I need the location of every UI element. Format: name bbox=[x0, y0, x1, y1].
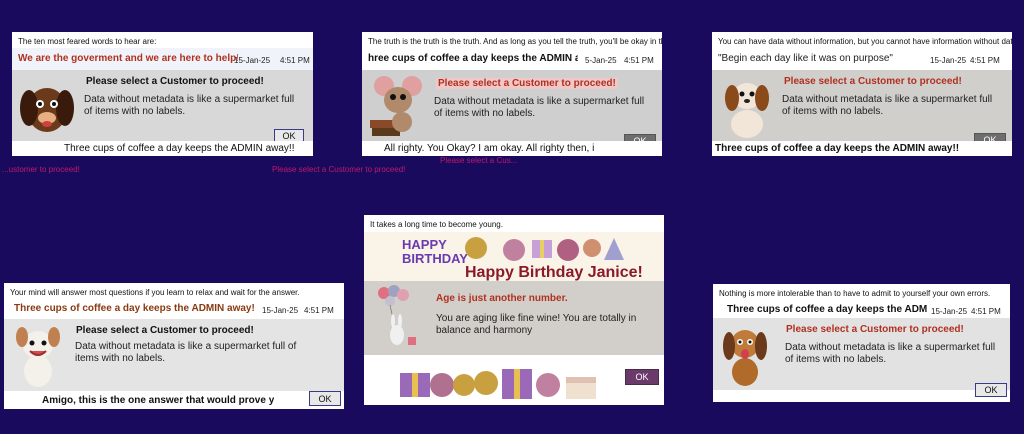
dialog-footer: Amigo, this is the one answer that would… bbox=[4, 391, 344, 409]
dialog-message: Data without metadata is like a supermar… bbox=[785, 342, 996, 365]
dialog-body: Please select a Customer to proceed! Dat… bbox=[4, 319, 344, 391]
dialog-3: You can have data without information, b… bbox=[712, 32, 1012, 156]
dialog-header: "Begin each day like it was on purpose" … bbox=[712, 48, 1012, 70]
dialog-time: 4:51 PM bbox=[624, 56, 654, 65]
dialog-body: Please select a Customer to proceed! Dat… bbox=[12, 70, 313, 143]
dialog-time: 4:51 PM bbox=[304, 306, 334, 315]
dog-icon bbox=[723, 330, 767, 386]
dialog-date: 5-Jan-25 bbox=[585, 56, 617, 65]
bunny-balloons-icon bbox=[378, 285, 416, 345]
dialog-quote: The truth is the truth is the truth. And… bbox=[368, 37, 662, 46]
dialog-quote: Nothing is more intolerable than to have… bbox=[719, 289, 991, 298]
birthday-title: Happy Birthday Janice! bbox=[465, 264, 643, 281]
gifts-icon bbox=[400, 369, 596, 399]
dialog-body: Age is just another number. You are agin… bbox=[364, 281, 664, 355]
dialog-message: You are aging like fine wine! You are to… bbox=[436, 313, 637, 336]
dog-icon bbox=[16, 327, 60, 387]
ok-button[interactable]: OK bbox=[625, 369, 659, 385]
dialog-quote: You can have data without information, b… bbox=[718, 37, 1012, 46]
dialog-footer-text: All righty. You Okay? I am okay. All rig… bbox=[384, 143, 594, 154]
dialog-6: Nothing is more intolerable than to have… bbox=[713, 284, 1010, 402]
dialog-date: 15-Jan-25 bbox=[262, 306, 299, 315]
dialog-time: 4:51 PM bbox=[971, 307, 1001, 316]
dialog-footer-text: Three cups of coffee a day keeps the ADM… bbox=[64, 143, 295, 154]
ok-button[interactable]: OK bbox=[975, 383, 1007, 397]
dialog-footer: Three cups of coffee a day keeps the ADM… bbox=[12, 141, 313, 156]
mouse-icon bbox=[370, 76, 422, 136]
dialog-footer: Three cups of coffee a day keeps the ADM… bbox=[712, 141, 1012, 156]
dialog-quote: The ten most feared words to hear are: bbox=[18, 37, 157, 46]
dialog-message: Data without metadata is like a supermar… bbox=[75, 341, 297, 364]
dialog-headline: Three cups of coffee a day keeps the ADM… bbox=[727, 304, 927, 315]
dialog-message: Data without metadata is like a supermar… bbox=[782, 94, 993, 117]
dialog-title: Please select a Customer to proceed! bbox=[784, 76, 962, 87]
dialog-message: Data without metadata is like a supermar… bbox=[84, 94, 295, 117]
dialog-body: Please select a Customer to proceed! Dat… bbox=[713, 318, 1010, 390]
dialog-footer-text: Amigo, this is the one answer that would… bbox=[42, 395, 274, 406]
dialog-2: The truth is the truth is the truth. And… bbox=[362, 32, 662, 156]
dog-icon bbox=[20, 88, 74, 132]
dialog-header: hree cups of coffee a day keeps the ADMI… bbox=[362, 48, 662, 70]
dialog-header: Three cups of coffee a day keeps the ADM… bbox=[4, 298, 344, 320]
dialog-time: 4:51 PM bbox=[280, 56, 310, 65]
stray-text-2: Please select a Customer to proceed! bbox=[272, 165, 406, 174]
dialog-footer: All righty. You Okay? I am okay. All rig… bbox=[362, 141, 662, 156]
dialog-quote: Your mind will answer most questions if … bbox=[10, 288, 300, 297]
dialog-title: Please select a Customer to proceed! bbox=[76, 325, 254, 336]
ok-button[interactable]: OK bbox=[309, 391, 341, 406]
dialog-1: The ten most feared words to hear are: W… bbox=[12, 32, 313, 156]
dialog-title: Age is just another number. bbox=[436, 293, 568, 304]
dialog-date: 15-Jan-25 bbox=[931, 307, 968, 316]
dialog-body: Please select a Customer to proceed! Dat… bbox=[712, 70, 1012, 147]
dialog-footer-text: Three cups of coffee a day keeps the ADM… bbox=[715, 143, 960, 154]
dialog-quote: It takes a long time to become young. bbox=[370, 220, 503, 229]
dialog-message: Data without metadata is like a supermar… bbox=[434, 96, 645, 119]
dialog-headline: Three cups of coffee a day keeps the ADM… bbox=[14, 303, 254, 314]
dialog-5: Your mind will answer most questions if … bbox=[4, 283, 344, 409]
stray-text-1: ...ustomer to proceed! bbox=[2, 165, 80, 174]
dialog-header: We are the goverment and we are here to … bbox=[12, 48, 313, 70]
dialog-body: Please select a Customer to proceed! Dat… bbox=[362, 70, 662, 148]
dialog-date: 15-Jan-25 bbox=[234, 56, 271, 65]
dialog-title: Please select a Customer to proceed! bbox=[786, 324, 964, 335]
dialog-headline: "Begin each day like it was on purpose" bbox=[718, 53, 893, 64]
dialog-title: Please select a Customer to proceed! bbox=[86, 76, 264, 87]
dialog-headline: hree cups of coffee a day keeps the ADMI… bbox=[368, 53, 578, 64]
happy-birthday-art: HAPPY BIRTHDAY bbox=[402, 237, 468, 266]
dialog-title: Please select a Customer to proceed! bbox=[436, 78, 618, 89]
dialog-date: 15-Jan-25 bbox=[930, 56, 967, 65]
stray-text-3: Please select a Cus... bbox=[440, 156, 518, 165]
dialog-time: 4:51 PM bbox=[970, 56, 1000, 65]
dialog-headline: We are the goverment and we are here to … bbox=[18, 53, 238, 64]
dialog-birthday: It takes a long time to become young. HA… bbox=[364, 215, 664, 405]
puppy-icon bbox=[725, 83, 769, 138]
